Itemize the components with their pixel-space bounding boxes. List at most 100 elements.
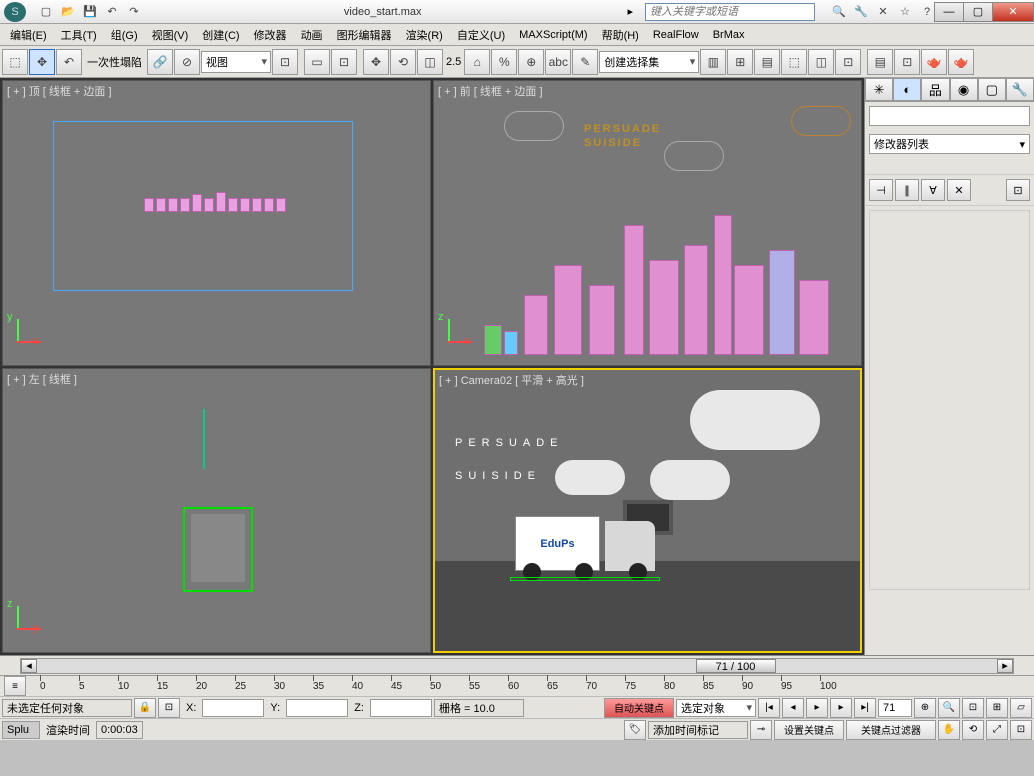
subscription-icon[interactable]: ✕	[875, 4, 891, 20]
render-frame-button[interactable]: ⊡	[894, 49, 920, 75]
help-icon[interactable]: ?	[919, 4, 935, 20]
viewport-top-label[interactable]: [ + ] 顶 [ 线框 + 边面 ]	[7, 83, 112, 99]
time-slider-row[interactable]: ◂ 71 / 100 ▸	[0, 656, 1034, 676]
play-button[interactable]: ▸	[806, 698, 828, 718]
refcoord-dropdown[interactable]: 视图	[201, 51, 271, 73]
snap-toggle-button[interactable]: ⌂	[464, 49, 490, 75]
align-button[interactable]: ⊞	[727, 49, 753, 75]
configure-button[interactable]: ⊡	[1006, 179, 1030, 201]
scroll-right-button[interactable]: ▸	[997, 659, 1013, 673]
autokey-button[interactable]: 自动关键点	[604, 698, 674, 718]
keyfilter-button[interactable]: 关键点过滤器	[846, 720, 936, 740]
selection-set-dropdown[interactable]: 创建选择集	[599, 51, 699, 73]
scale-button[interactable]: ◫	[417, 49, 443, 75]
pin-stack-button[interactable]: ⊣	[869, 179, 893, 201]
angle-snap-button[interactable]: %	[491, 49, 517, 75]
mirror-button[interactable]: ▥	[700, 49, 726, 75]
percent-snap-button[interactable]: ⊕	[518, 49, 544, 75]
tab-display[interactable]: ▢	[978, 78, 1006, 101]
remove-mod-button[interactable]: ✕	[947, 179, 971, 201]
x-input[interactable]	[202, 699, 264, 717]
modifier-list-dropdown[interactable]: 修改器列表	[869, 134, 1030, 154]
app-logo[interactable]: S	[4, 2, 26, 22]
z-input[interactable]	[370, 699, 432, 717]
infocenter-arrow-icon[interactable]: ▸	[627, 5, 633, 18]
tab-create[interactable]: ✳	[865, 78, 893, 101]
minimize-button[interactable]: —	[934, 2, 964, 22]
next-frame-button[interactable]: ▸	[830, 698, 852, 718]
viewport-camera-label[interactable]: [ + ] Camera02 [ 平滑 + 高光 ]	[439, 372, 584, 388]
menu-views[interactable]: 视图(V)	[146, 25, 195, 45]
y-input[interactable]	[286, 699, 348, 717]
setkey-button[interactable]: 设置关键点	[774, 720, 844, 740]
time-config-button[interactable]: ⊕	[914, 698, 936, 718]
object-name-input[interactable]	[869, 106, 1030, 126]
viewport-camera[interactable]: [ + ] Camera02 [ 平滑 + 高光 ] PERSUADESUISI…	[433, 368, 862, 654]
move-gizmo-button[interactable]: ✥	[29, 49, 55, 75]
menu-rendering[interactable]: 渲染(R)	[400, 25, 449, 45]
lock-selection-button[interactable]: 🔒	[134, 698, 156, 718]
undo-icon[interactable]: ↶	[104, 4, 120, 20]
menu-realflow[interactable]: RealFlow	[647, 27, 705, 43]
key-icon[interactable]: 🔧	[853, 4, 869, 20]
tab-utilities[interactable]: 🔧	[1006, 78, 1034, 101]
show-end-button[interactable]: ∥	[895, 179, 919, 201]
current-frame-input[interactable]	[878, 699, 912, 717]
trackbar-toggle-button[interactable]: ≡	[4, 676, 26, 696]
menu-modifiers[interactable]: 修改器	[248, 25, 293, 45]
time-slider-thumb[interactable]: 71 / 100	[696, 659, 776, 673]
key-icon[interactable]: ⊸	[750, 720, 772, 740]
listener-mini[interactable]: Splu	[2, 721, 40, 739]
curve-editor-button[interactable]: ⬚	[781, 49, 807, 75]
goto-start-button[interactable]: |◂	[758, 698, 780, 718]
transform-typein-button[interactable]: ⊡	[158, 698, 180, 718]
menu-animation[interactable]: 动画	[295, 25, 329, 45]
rotate-button[interactable]: ⟲	[390, 49, 416, 75]
favorite-icon[interactable]: ☆	[897, 4, 913, 20]
add-time-tag[interactable]: 添加时间标记	[648, 721, 748, 739]
menu-customize[interactable]: 自定义(U)	[451, 25, 511, 45]
tag-icon[interactable]: 🏷	[624, 720, 646, 740]
schematic-button[interactable]: ◫	[808, 49, 834, 75]
zoom-button[interactable]: 🔍	[938, 698, 960, 718]
redo-icon[interactable]: ↷	[126, 4, 142, 20]
select-button[interactable]: ▭	[304, 49, 330, 75]
open-icon[interactable]: 📂	[60, 4, 76, 20]
menu-edit[interactable]: 编辑(E)	[4, 25, 53, 45]
material-editor-button[interactable]: ⊡	[835, 49, 861, 75]
tab-modify[interactable]: ◐	[893, 78, 921, 101]
prev-frame-button[interactable]: ◂	[782, 698, 804, 718]
render-setup-button[interactable]: ▤	[867, 49, 893, 75]
viewport-front-label[interactable]: [ + ] 前 [ 线框 + 边面 ]	[438, 83, 543, 99]
maximize-viewport-button[interactable]: ⊡	[1010, 720, 1032, 740]
menu-tools[interactable]: 工具(T)	[55, 25, 103, 45]
edit-selection-button[interactable]: ✎	[572, 49, 598, 75]
time-slider-track[interactable]: ◂ 71 / 100 ▸	[20, 658, 1014, 674]
menu-create[interactable]: 创建(C)	[196, 25, 245, 45]
spinner-snap-button[interactable]: abc	[545, 49, 571, 75]
menu-help[interactable]: 帮助(H)	[596, 25, 645, 45]
use-pivot-button[interactable]: ⊡	[272, 49, 298, 75]
maximize-button[interactable]: ▢	[963, 2, 993, 22]
menu-brmax[interactable]: BrMax	[707, 27, 751, 43]
goto-end-button[interactable]: ▸|	[854, 698, 876, 718]
new-icon[interactable]: ▢	[38, 4, 54, 20]
undo-button[interactable]: ↶	[56, 49, 82, 75]
link-button[interactable]: 🔗	[147, 49, 173, 75]
move-button[interactable]: ✥	[363, 49, 389, 75]
time-ruler[interactable]: ≡ 05101520253035404550556065707580859095…	[0, 676, 1034, 696]
viewport-top[interactable]: [ + ] 顶 [ 线框 + 边面 ] yx	[2, 80, 431, 366]
scroll-left-button[interactable]: ◂	[21, 659, 37, 673]
search-input[interactable]	[645, 3, 815, 21]
tab-motion[interactable]: ◉	[950, 78, 978, 101]
zoom-extents-button[interactable]: ⊞	[986, 698, 1008, 718]
keymode-dropdown[interactable]: 选定对象	[676, 699, 756, 717]
menu-grapheditors[interactable]: 图形编辑器	[331, 25, 398, 45]
quickrender-button[interactable]: 🫖	[948, 49, 974, 75]
pan-button[interactable]: ✋	[938, 720, 960, 740]
layers-button[interactable]: ▤	[754, 49, 780, 75]
orbit-button[interactable]: ⟲	[962, 720, 984, 740]
render-button[interactable]: 🫖	[921, 49, 947, 75]
dolly-button[interactable]: ⤢	[986, 720, 1008, 740]
tab-hierarchy[interactable]: 品	[921, 78, 949, 101]
